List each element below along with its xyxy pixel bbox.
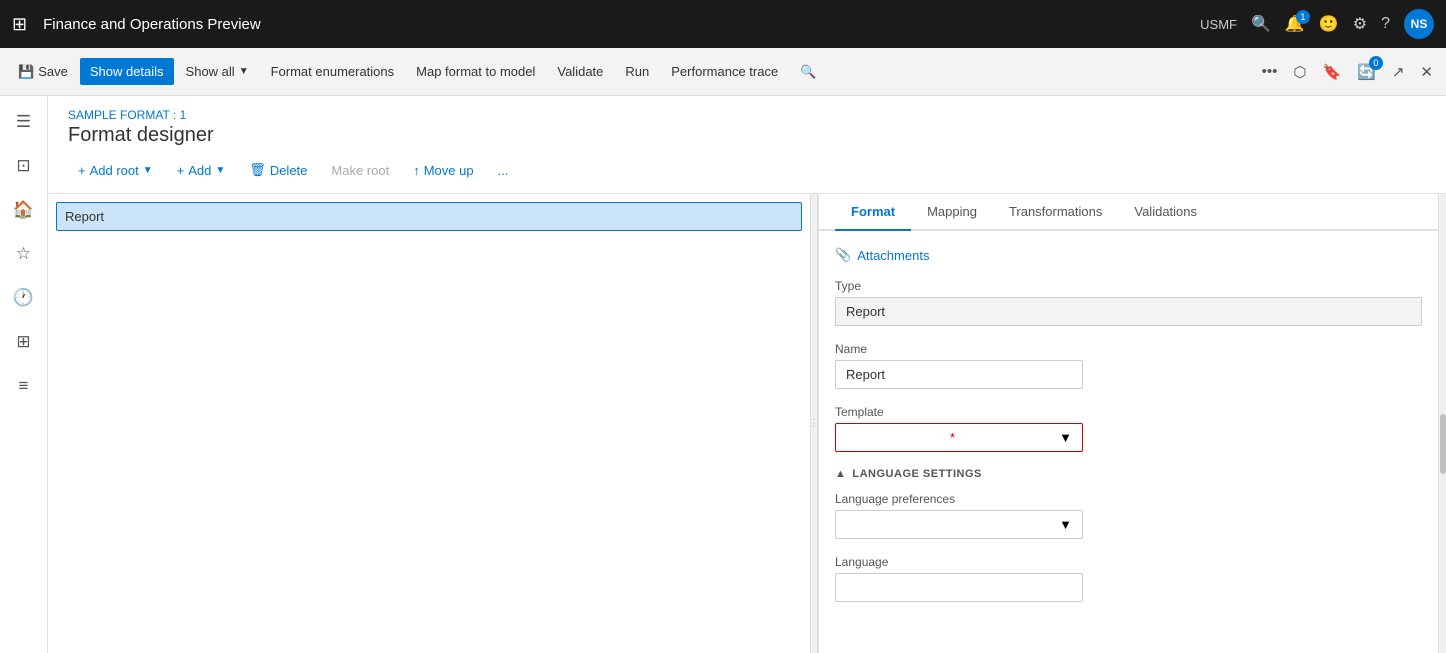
type-label: Type [835,279,1422,293]
move-up-button[interactable]: ↑ Move up [403,158,483,183]
more-toolbar-button[interactable]: ... [488,158,519,183]
show-all-button[interactable]: Show all ▼ [176,58,259,85]
add-chevron-icon: ▼ [215,165,225,176]
avatar[interactable]: NS [1404,9,1434,39]
template-required-star: * [950,430,955,445]
delete-button[interactable]: 🗑 Delete [239,157,317,183]
sidebar-filter-icon[interactable]: ⊡ [6,148,42,184]
panel-tabs: Format Mapping Transformations Validatio… [819,194,1438,231]
template-dropdown[interactable]: * ▼ [835,423,1083,452]
show-details-label: Show details [90,64,164,79]
add-root-button[interactable]: + Add root ▼ [68,158,163,183]
name-input[interactable] [835,360,1083,389]
add-button[interactable]: + Add ▼ [167,158,236,183]
scrollbar-thumb[interactable] [1440,414,1446,474]
move-up-arrow-icon: ↑ [413,163,420,178]
language-settings-section[interactable]: ▲ LANGUAGE SETTINGS [835,468,1422,480]
notification-icon[interactable]: 🔔 1 [1285,14,1305,34]
type-value: Report [835,297,1422,326]
tree-panel: Report [48,194,810,653]
right-panel: Format Mapping Transformations Validatio… [818,194,1438,653]
show-all-chevron-icon: ▼ [239,66,249,77]
make-root-button: Make root [321,158,399,183]
page-title: Format designer [68,124,1426,147]
panel-content: 📎 Attachments Type Report Name [819,231,1438,653]
format-enumerations-button[interactable]: Format enumerations [261,58,405,85]
main-layout: ☰ ⊡ 🏠 ☆ 🕐 ⊞ ≡ SAMPLE FORMAT : 1 Format d… [0,96,1446,653]
more-options-icon[interactable]: ••• [1257,58,1283,85]
type-field-group: Type Report [835,279,1422,326]
sidebar-favorites-icon[interactable]: ☆ [6,236,42,272]
attachments-button[interactable]: 📎 Attachments [835,247,1422,263]
template-field-group: Template * ▼ [835,405,1422,452]
language-preferences-field-group: Language preferences ▼ [835,492,1422,539]
language-field-group: Language [835,555,1422,602]
connected-icon[interactable]: ⬡ [1288,58,1311,86]
delete-trash-icon: 🗑 [249,162,266,178]
close-icon[interactable]: ✕ [1415,58,1438,86]
map-format-to-model-button[interactable]: Map format to model [406,58,545,85]
designer-toolbar: + Add root ▼ + Add ▼ 🗑 Delete Make root … [48,147,1446,194]
panel-divider[interactable]: ⋮ [810,194,818,653]
sidebar-workspaces-icon[interactable]: ⊞ [6,324,42,360]
template-dropdown-icon: ▼ [1059,430,1072,445]
action-bar: 💾 Save Show details Show all ▼ Format en… [0,48,1446,96]
content-area: SAMPLE FORMAT : 1 Format designer + Add … [48,96,1446,653]
language-preferences-chevron-icon: ▼ [1059,517,1072,532]
sidebar: ☰ ⊡ 🏠 ☆ 🕐 ⊞ ≡ [0,96,48,653]
save-icon: 💾 [18,64,34,80]
app-title: Finance and Operations Preview [43,16,1190,33]
refresh-badge: 0 [1369,56,1383,70]
save-button[interactable]: 💾 Save [8,58,78,86]
breadcrumb[interactable]: SAMPLE FORMAT : 1 [68,108,1426,122]
add-root-plus-icon: + [78,163,86,178]
usmf-label: USMF [1200,17,1237,32]
smiley-icon[interactable]: 🙂 [1319,14,1339,34]
language-label: Language [835,555,1422,569]
language-preferences-dropdown[interactable]: ▼ [835,510,1083,539]
tab-validations[interactable]: Validations [1118,194,1213,231]
bookmark-icon[interactable]: 🔖 [1317,58,1346,86]
performance-trace-button[interactable]: Performance trace [661,58,788,85]
tab-format[interactable]: Format [835,194,911,231]
tab-transformations[interactable]: Transformations [993,194,1118,231]
tab-mapping[interactable]: Mapping [911,194,993,231]
template-label: Template [835,405,1422,419]
run-button[interactable]: Run [615,58,659,85]
right-scrollbar[interactable] [1438,194,1446,653]
section-collapse-icon: ▲ [835,468,846,480]
add-plus-icon: + [177,163,185,178]
name-label: Name [835,342,1422,356]
search-action-icon[interactable]: 🔍 [790,58,826,86]
language-preferences-label: Language preferences [835,492,1422,506]
help-icon[interactable]: ? [1381,15,1390,33]
notification-badge: 1 [1296,10,1310,24]
language-input[interactable] [835,573,1083,602]
title-bar: ⊞ Finance and Operations Preview USMF 🔍 … [0,0,1446,48]
expand-icon[interactable]: ↗ [1387,58,1410,86]
refresh-icon[interactable]: 🔄 0 [1352,58,1381,86]
page-header: SAMPLE FORMAT : 1 Format designer [48,96,1446,147]
designer-split: Report ⋮ Format Mapping Transformations … [48,194,1446,653]
search-icon[interactable]: 🔍 [1251,14,1271,34]
paperclip-icon: 📎 [835,247,851,263]
name-field-group: Name [835,342,1422,389]
app-grid-icon[interactable]: ⊞ [12,14,27,35]
add-root-chevron-icon: ▼ [143,165,153,176]
tree-node-report[interactable]: Report [56,202,802,231]
sidebar-home-icon[interactable]: 🏠 [6,192,42,228]
validate-button[interactable]: Validate [547,58,613,85]
sidebar-recent-icon[interactable]: 🕐 [6,280,42,316]
sidebar-menu-icon[interactable]: ☰ [6,104,42,140]
sidebar-list-icon[interactable]: ≡ [6,368,42,404]
show-details-button[interactable]: Show details [80,58,174,85]
settings-icon[interactable]: ⚙ [1353,14,1367,34]
